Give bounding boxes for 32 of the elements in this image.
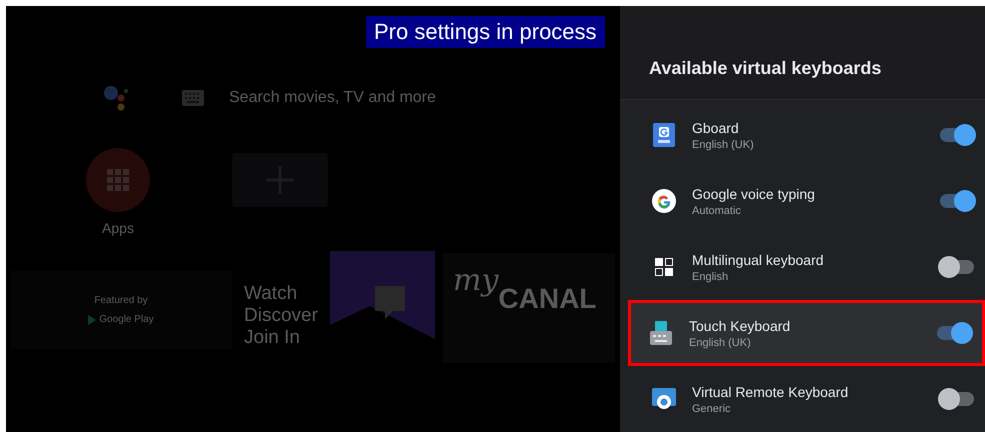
keyboard-row[interactable]: Google voice typing Automatic [620,168,985,234]
keyboard-row[interactable]: Multilingual keyboard English [620,234,985,300]
keyboard-name: Multilingual keyboard [692,252,825,268]
keyboard-name: Gboard [692,120,740,136]
keyboard-icon [182,90,204,106]
apps-label: Apps [102,220,134,236]
keyboard-row[interactable]: Virtual Remote Keyboard Generic [620,366,985,432]
grid-icon [107,169,129,191]
featured-label: Featured by [94,295,148,306]
remote-app-icon [652,388,676,410]
store-label: Google Play [88,314,154,325]
status-banner: Pro settings in process [366,16,605,48]
keyboard-language: Automatic [692,204,742,216]
keyboard-name: Touch Keyboard [689,318,792,334]
logo-text: CANAL [498,283,596,315]
keyboard-language: Generic [692,402,732,414]
keyboard-name: Virtual Remote Keyboard [692,384,850,400]
logo-script-text: my [453,263,498,298]
keyboard-row[interactable]: Gboard English (UK) [620,102,985,168]
keyboard-language: English (UK) [692,138,755,150]
keyboard-app-icon [650,321,672,345]
play-icon [88,314,96,324]
tiles-icon [655,258,673,276]
keyboard-row[interactable]: Touch Keyboard English (UK) [628,300,985,366]
keyboard-language: English (UK) [689,336,752,348]
promo-text: Watch Discover Join In [244,283,318,349]
add-tile[interactable] [232,153,328,207]
google-icon [652,189,676,213]
keyboard-language: English [692,270,730,282]
keyboard-app-icon [653,123,675,147]
panel-title: Available virtual keyboards [649,58,882,79]
keyboard-name: Google voice typing [692,186,816,202]
